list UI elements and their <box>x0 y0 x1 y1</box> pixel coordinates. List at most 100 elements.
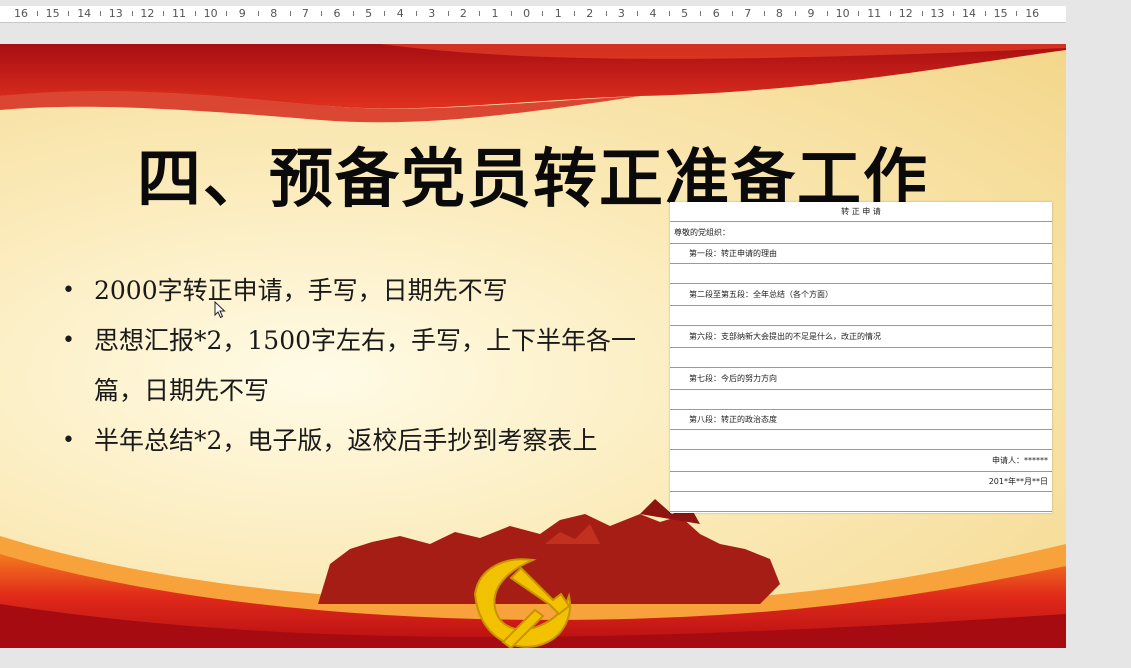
ruler-number: 1 <box>554 7 562 20</box>
ruler-tick <box>605 11 607 16</box>
ruler-number: 15 <box>45 7 60 20</box>
ruler-number: 5 <box>681 7 689 20</box>
ruler-number: 4 <box>396 7 404 20</box>
ruler-tick <box>890 11 891 16</box>
ruler-number: 16 <box>14 7 28 20</box>
ruler-number: 11 <box>172 7 186 20</box>
ruler-tick <box>921 11 923 16</box>
ruler-tick <box>100 11 101 16</box>
ruler-tick <box>447 11 449 16</box>
form-paragraph-3: 第六段：支部纳新大会提出的不足是什么，改正的情况 <box>689 332 881 341</box>
ruler-number: 7 <box>301 7 309 20</box>
form-row: 第六段：支部纳新大会提出的不足是什么，改正的情况 <box>670 326 1052 348</box>
form-paragraph-1: 第一段：转正申请的理由 <box>689 249 777 258</box>
bullet-item[interactable]: 半年总结*2，电子版，返校后手抄到考察表上 <box>62 416 662 466</box>
ruler-number: 15 <box>993 7 1008 20</box>
ruler-tick <box>289 11 291 16</box>
ruler-tick <box>858 11 860 16</box>
form-applicant-row: 申请人：****** <box>670 450 1052 472</box>
form-paragraph-4: 第七段：今后的努力方向 <box>689 374 777 383</box>
ruler-tick <box>700 11 702 16</box>
ruler-number: 11 <box>867 7 882 20</box>
ruler-tick <box>36 11 38 16</box>
ruler-tick <box>226 11 228 16</box>
ruler-tick <box>131 11 133 16</box>
ruler-tick <box>574 11 575 16</box>
bullet-list[interactable]: 2000字转正申请，手写，日期先不写 思想汇报*2，1500字左右，手写，上下半… <box>62 266 662 466</box>
form-heading-row: 转 正 申 请 <box>670 202 1052 222</box>
form-applicant: 申请人：****** <box>992 456 1048 465</box>
ruler-number: 6 <box>712 7 720 20</box>
form-paragraph-2: 第二段至第五段：全年总结（各个方面） <box>689 290 833 299</box>
form-row <box>670 390 1052 410</box>
form-row: 第八段：转正的政治态度 <box>670 410 1052 430</box>
form-row: 第七段：今后的努力方向 <box>670 368 1052 390</box>
form-salutation: 尊敬的党组织： <box>674 228 730 237</box>
form-row <box>670 430 1052 450</box>
application-form-image[interactable]: 转 正 申 请 尊敬的党组织： 第一段：转正申请的理由 第二段至第五段：全年总结… <box>670 202 1052 513</box>
ruler-number: 12 <box>140 7 155 20</box>
ruler-tick <box>668 11 670 16</box>
ruler-number: 10 <box>203 7 218 20</box>
form-row <box>670 306 1052 326</box>
ruler-number: 3 <box>428 7 436 20</box>
form-salutation-row: 尊敬的党组织： <box>670 222 1052 244</box>
ruler-tick <box>258 11 259 16</box>
ruler-number: 16 <box>1025 7 1040 20</box>
ruler-number: 1 <box>491 7 499 20</box>
ruler-number: 9 <box>807 7 815 20</box>
ruler-tick <box>68 11 70 16</box>
ruler-number: 13 <box>930 7 945 20</box>
ruler-number: 14 <box>77 7 92 20</box>
mouse-pointer-icon <box>214 301 226 319</box>
editor-side-panel <box>1066 0 1131 668</box>
ruler-tick <box>479 11 481 16</box>
ruler-number: 8 <box>270 7 278 20</box>
form-date: 201*年**月**日 <box>988 477 1048 486</box>
ruler-number: 10 <box>835 7 850 20</box>
bullet-item[interactable]: 2000字转正申请，手写，日期先不写 <box>62 266 662 316</box>
form-paragraph-5: 第八段：转正的政治态度 <box>689 415 777 424</box>
ruler-tick <box>637 11 639 16</box>
ruler-tick <box>163 11 165 16</box>
ruler-number: 2 <box>459 7 467 20</box>
slide-canvas[interactable]: 四、预备党员转正准备工作 2000字转正申请，手写，日期先不写 思想汇报*2，1… <box>0 44 1066 648</box>
form-row: 第二段至第五段：全年总结（各个方面） <box>670 284 1052 306</box>
ruler-tick <box>384 11 386 16</box>
ruler-number: 9 <box>238 7 246 20</box>
form-row <box>670 348 1052 368</box>
form-heading: 转 正 申 请 <box>841 207 881 216</box>
ruler-tick <box>194 11 196 16</box>
ruler-tick <box>795 11 797 16</box>
ruler-number: 2 <box>586 7 594 20</box>
ruler-tick <box>763 11 765 16</box>
ruler-number: 0 <box>523 7 531 20</box>
ruler-tick <box>542 11 544 16</box>
ruler-number: 5 <box>365 7 373 20</box>
ruler-tick <box>1016 11 1018 16</box>
form-date-row: 201*年**月**日 <box>670 472 1052 492</box>
ruler-tick <box>510 11 512 16</box>
ruler-tick <box>984 11 986 16</box>
ruler-tick <box>826 11 828 16</box>
ruler-strip: 16 15 14 13 12 11 10 9 8 7 6 5 4 3 2 1 0 1 2 3 4 5 6 7 8 9 10 11 12 1… <box>0 6 1066 23</box>
ruler-tick <box>352 11 354 16</box>
ruler-tick <box>732 11 733 16</box>
ruler-number: 6 <box>333 7 341 20</box>
ruler-number: 8 <box>775 7 783 20</box>
soldier-statue <box>318 499 780 604</box>
ruler-number: 7 <box>744 7 752 20</box>
ruler-number: 13 <box>108 7 123 20</box>
ruler-number: 3 <box>617 7 625 20</box>
ruler-number: 12 <box>898 7 913 20</box>
ruler-tick <box>321 11 323 16</box>
horizontal-ruler[interactable]: 16 15 14 13 12 11 10 9 8 7 6 5 4 3 2 1 0 1 2 3 4 5 6 7 8 9 10 11 12 1… <box>0 0 1066 30</box>
bullet-item[interactable]: 思想汇报*2，1500字左右，手写，上下半年各一篇，日期先不写 <box>62 316 662 416</box>
form-row: 第一段：转正申请的理由 <box>670 244 1052 264</box>
ruler-tick <box>416 11 417 16</box>
ruler-number: 14 <box>962 7 976 20</box>
form-row <box>670 492 1052 512</box>
ruler-number: 4 <box>649 7 657 20</box>
form-row <box>670 264 1052 284</box>
ruler-tick <box>953 11 955 16</box>
